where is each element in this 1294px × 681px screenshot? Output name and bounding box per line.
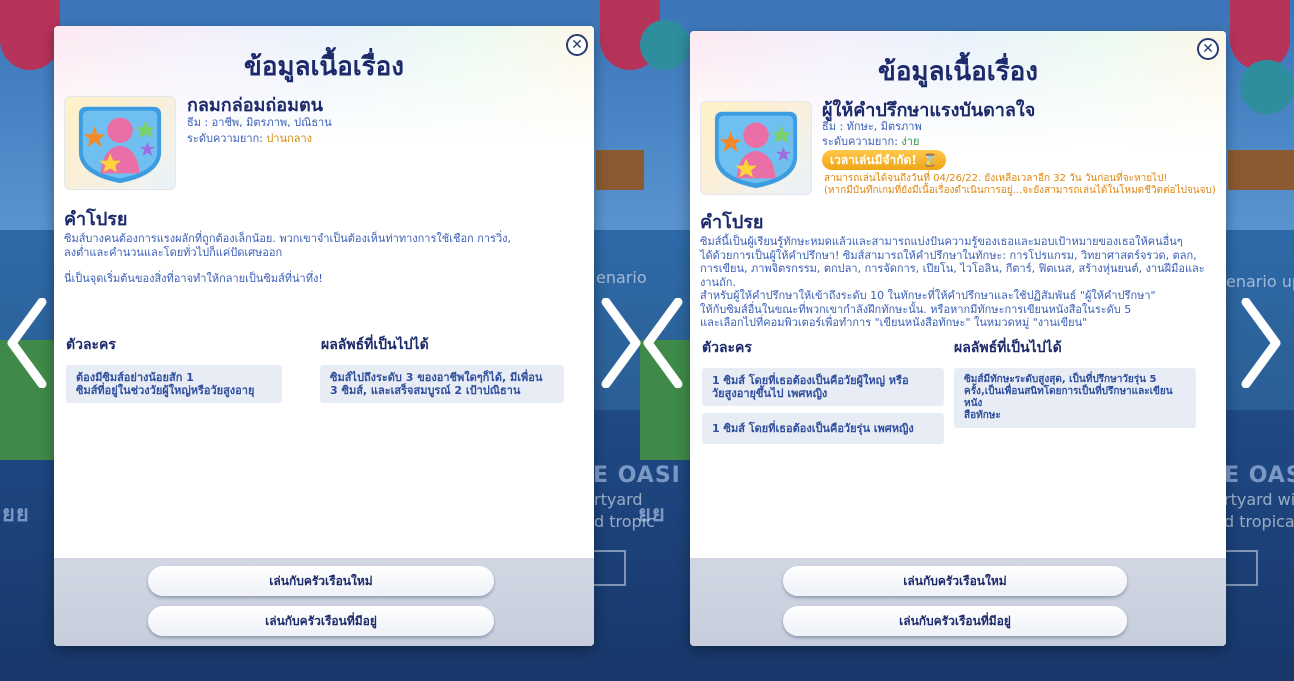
scenario-info-dialog: ✕ ข้อมูลเนื้อเรื่อง กลมกล่อมถ่อมตน ธีม :… <box>54 26 594 646</box>
prev-arrow-button[interactable] <box>640 297 684 389</box>
background-text: d tropical <box>1224 512 1294 531</box>
timed-scenario-note: สามารถเล่นได้จนถึงวันที่ 04/26/22. ยังเห… <box>824 173 1216 196</box>
background-decor <box>640 20 690 70</box>
dialog-title: ข้อมูลเนื้อเรื่อง <box>244 52 404 82</box>
prev-arrow-button[interactable] <box>4 297 48 389</box>
background-text: E OASIS <box>1224 463 1294 488</box>
background-text: enario <box>596 268 647 287</box>
background-decor <box>1228 150 1294 190</box>
background-decor <box>596 150 644 190</box>
dialog-footer: เล่นกับครัวเรือนใหม่ เล่นกับครัวเรือนที่… <box>54 558 594 646</box>
scenario-badge-icon <box>700 101 812 195</box>
timed-scenario-badge: เวลาเล่นมีจำกัด! ⌛ <box>822 150 946 170</box>
possible-outcome: ซิมส์มีทักษะระดับสูงสุด, เป็นที่ปรึกษาวั… <box>954 368 1196 428</box>
scenario-difficulty: ระดับความยาก: ง่าย <box>822 135 920 148</box>
character-requirement: 1 ซิมส์ โดยที่เธอต้องเป็นคือวัยรุ่น เพศห… <box>702 413 944 444</box>
play-new-household-button[interactable]: เล่นกับครัวเรือนใหม่ <box>783 566 1127 596</box>
chevron-left-icon <box>7 297 47 389</box>
chevron-right-icon <box>1241 297 1281 389</box>
play-existing-household-button[interactable]: เล่นกับครัวเรือนที่มีอยู่ <box>783 606 1127 636</box>
scenario-badge-icon <box>64 96 176 190</box>
description-text: ซิมส์นี้เป็นผู้เรียนรู้ทักษะหมดแล้วและสา… <box>700 235 1205 329</box>
background-text: rtyard wit <box>1224 490 1294 509</box>
chevron-left-icon <box>643 297 683 389</box>
play-existing-household-button[interactable]: เล่นกับครัวเรือนที่มีอยู่ <box>148 606 494 636</box>
next-arrow-button[interactable] <box>1240 297 1284 389</box>
description-heading: คำโปรย <box>64 209 128 230</box>
scenario-difficulty: ระดับความยาก: ปานกลาง <box>187 132 313 145</box>
description-text: ซิมส์บางคนต้องการแรงผลักที่ถูกต้องเล็กน้… <box>64 232 512 285</box>
scenario-info-dialog: ✕ ข้อมูลเนื้อเรื่อง ผู้ให้คำปรึกษาแรงบัน… <box>690 31 1226 646</box>
characters-heading: ตัวละคร <box>702 340 752 356</box>
background-text: E OASI <box>593 463 681 488</box>
outcomes-heading: ผลลัพธ์ที่เป็นไปได้ <box>321 337 429 353</box>
background-decor <box>0 0 60 70</box>
chevron-right-icon <box>601 297 641 389</box>
play-new-household-button[interactable]: เล่นกับครัวเรือนใหม่ <box>148 566 494 596</box>
outcomes-heading: ผลลัพธ์ที่เป็นไปได้ <box>954 340 1062 356</box>
background-decor <box>1240 60 1294 114</box>
next-arrow-button[interactable] <box>600 297 644 389</box>
character-requirement: ต้องมีซิมส์อย่างน้อยสัก 1 ซิมส์ที่อยู่ใน… <box>66 365 282 403</box>
background-text: enario up <box>1226 272 1294 291</box>
character-requirement: 1 ซิมส์ โดยที่เธอต้องเป็นคือวัยผู้ใหญ่ ห… <box>702 368 944 406</box>
description-heading: คำโปรย <box>700 212 764 233</box>
background-decor <box>1230 0 1290 70</box>
background-text: rtyard <box>594 490 643 509</box>
background-text: ยย <box>638 502 666 527</box>
characters-heading: ตัวละคร <box>66 337 116 353</box>
background-text: ยย <box>2 502 30 527</box>
possible-outcome: ซิมส์ไปถึงระดับ 3 ของอาชีพใดๆก็ได้, มีเพ… <box>320 365 564 403</box>
hourglass-icon: ⌛ <box>922 153 938 167</box>
dialog-footer: เล่นกับครัวเรือนใหม่ เล่นกับครัวเรือนที่… <box>690 558 1226 646</box>
dialog-title: ข้อมูลเนื้อเรื่อง <box>878 57 1038 87</box>
